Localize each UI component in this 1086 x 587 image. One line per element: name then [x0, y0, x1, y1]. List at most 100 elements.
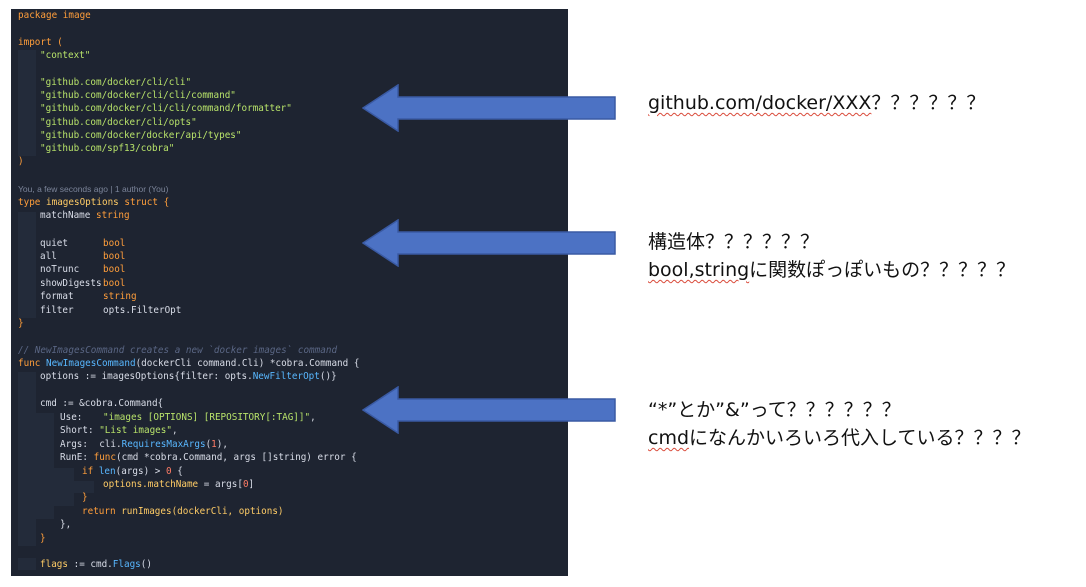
code-line: "github.com/docker/cli/cli"	[40, 76, 191, 89]
code-line: opts.FilterOpt	[103, 304, 181, 317]
code-line: // NewImagesCommand creates a new `docke…	[18, 344, 337, 357]
field-type: bool	[103, 264, 126, 275]
indent-guide	[36, 413, 54, 519]
indent-guide	[54, 468, 74, 506]
code-line: options.matchName = args[0]	[103, 478, 254, 491]
field-name: format	[40, 291, 74, 302]
struct-name: imagesOptions	[46, 197, 119, 208]
left-arrow-icon	[362, 386, 616, 434]
code-line: type imagesOptions struct {	[18, 196, 169, 209]
code-text: ]	[248, 479, 255, 490]
code-line: quiet	[40, 237, 68, 250]
code-line: "github.com/docker/cli/cli/command"	[40, 89, 236, 102]
import-path: "github.com/spf13/cobra"	[40, 143, 175, 154]
func-keyword: func	[93, 452, 116, 463]
note-link-text: bool,string	[648, 259, 750, 281]
brace: }	[18, 318, 24, 329]
code-line: "github.com/docker/docker/api/types"	[40, 129, 242, 142]
function-call: Flags	[112, 559, 141, 570]
code-line: options := imagesOptions{filter: opts.Ne…	[40, 370, 337, 383]
field-name: filter	[40, 305, 74, 316]
import-path: "github.com/docker/cli/cli/command"	[40, 90, 236, 101]
code-line: cmd := &cobra.Command{	[40, 397, 163, 410]
code-text: := cmd.	[68, 559, 113, 570]
code-text: ()	[140, 559, 152, 570]
note-line: に関数ぽっぽいもの？？？？？	[749, 259, 1016, 281]
code-line: "github.com/docker/cli/cli/command/forma…	[40, 102, 292, 115]
field-type: string	[103, 291, 137, 302]
code-text: = args[	[198, 479, 243, 490]
func-keyword: func	[18, 358, 41, 369]
function-params: (dockerCli command.Cli) *cobra.Command {	[135, 358, 360, 369]
note-line: になんかいろいろ代入している？？？？	[689, 427, 1031, 449]
package-statement: package image	[18, 10, 91, 21]
code-line: string	[103, 290, 137, 303]
code-line: noTrunc	[40, 263, 79, 276]
note-line: 構造体？？？？？？	[648, 231, 820, 253]
function-call: len	[98, 466, 116, 477]
code-line: bool	[103, 277, 125, 290]
code-line: matchName string	[40, 209, 130, 222]
code-line: "github.com/spf13/cobra"	[40, 142, 174, 155]
import-path: "github.com/docker/docker/api/types"	[40, 130, 242, 141]
function-call: runImages	[121, 506, 172, 517]
indent-guide	[18, 212, 36, 318]
return-keyword: return	[82, 506, 116, 517]
struct-key: Use:	[60, 412, 83, 423]
if-keyword: if	[82, 466, 94, 477]
string-literal: "List images"	[99, 425, 172, 436]
code-text: (dockerCli, options)	[171, 506, 284, 517]
code-text: },	[60, 519, 72, 530]
field-access: matchName	[147, 479, 199, 490]
import-close: )	[18, 156, 24, 167]
code-line: Args: cli.RequiresMaxArgs(1),	[60, 438, 228, 451]
code-line: RunE: func(cmd *cobra.Command, args []st…	[60, 451, 357, 464]
code-line: all	[40, 250, 57, 263]
import-path: "github.com/docker/cli/cli"	[40, 77, 192, 88]
import-path: "github.com/docker/cli/cli/command/forma…	[40, 103, 292, 114]
code-comment: // NewImagesCommand creates a new `docke…	[18, 345, 338, 356]
code-line: },	[60, 518, 71, 531]
code-line: "context"	[40, 49, 90, 62]
code-text: options.	[103, 479, 148, 490]
function-call: RequiresMaxArgs	[121, 439, 206, 450]
field-type: bool	[103, 251, 126, 262]
import-path: "github.com/docker/cli/opts"	[40, 117, 197, 128]
field-type: string	[95, 210, 130, 221]
git-blame-annotation[interactable]: You, a few seconds ago | 1 author (You)	[18, 184, 168, 194]
function-name: NewImagesCommand	[46, 358, 136, 369]
code-line: filter	[40, 304, 74, 317]
brace: }	[40, 533, 46, 544]
code-line: return runImages(dockerCli, options)	[82, 505, 284, 518]
field-type: opts.FilterOpt	[103, 305, 182, 316]
left-arrow-icon	[362, 84, 616, 132]
code-text: (cmd *cobra.Command, args []string) erro…	[116, 452, 357, 463]
struct-key: Short:	[60, 425, 94, 436]
code-line: import (	[18, 36, 63, 49]
code-line: }	[40, 532, 46, 545]
code-text: {	[171, 466, 183, 477]
code-text: cli.	[99, 439, 122, 450]
field-name: matchName	[40, 210, 91, 221]
code-text: options := imagesOptions{filter: opts.	[40, 371, 253, 382]
struct-key: RunE:	[60, 452, 88, 463]
code-line: if len(args) > 0 {	[82, 465, 183, 478]
code-line: "github.com/docker/cli/opts"	[40, 116, 197, 129]
struct-keyword: struct	[124, 197, 158, 208]
struct-key: Args:	[60, 439, 88, 450]
code-text: ()}	[319, 371, 337, 382]
string-literal: "images [OPTIONS] [REPOSITORY[:TAG]]"	[103, 412, 311, 423]
field-name: noTrunc	[40, 264, 80, 275]
code-text: ),	[216, 439, 228, 450]
code-line: }	[82, 491, 88, 504]
code-text: cmd := &cobra.Command{	[40, 398, 164, 409]
import-keyword: import (	[18, 37, 63, 48]
note-line: “*”とか”&”って？？？？？？	[648, 399, 901, 421]
code-line: package image	[18, 9, 91, 22]
note-link-text: github.com/docker/XXX	[648, 92, 872, 114]
code-line: format	[40, 290, 74, 303]
annotation-note-imports: github.com/docker/XXX？？？？？？	[648, 89, 985, 117]
code-line: "images [OPTIONS] [REPOSITORY[:TAG]]",	[103, 412, 316, 423]
code-line: Short: "List images",	[60, 425, 178, 436]
note-question-marks: ？？？？？？	[871, 92, 986, 114]
